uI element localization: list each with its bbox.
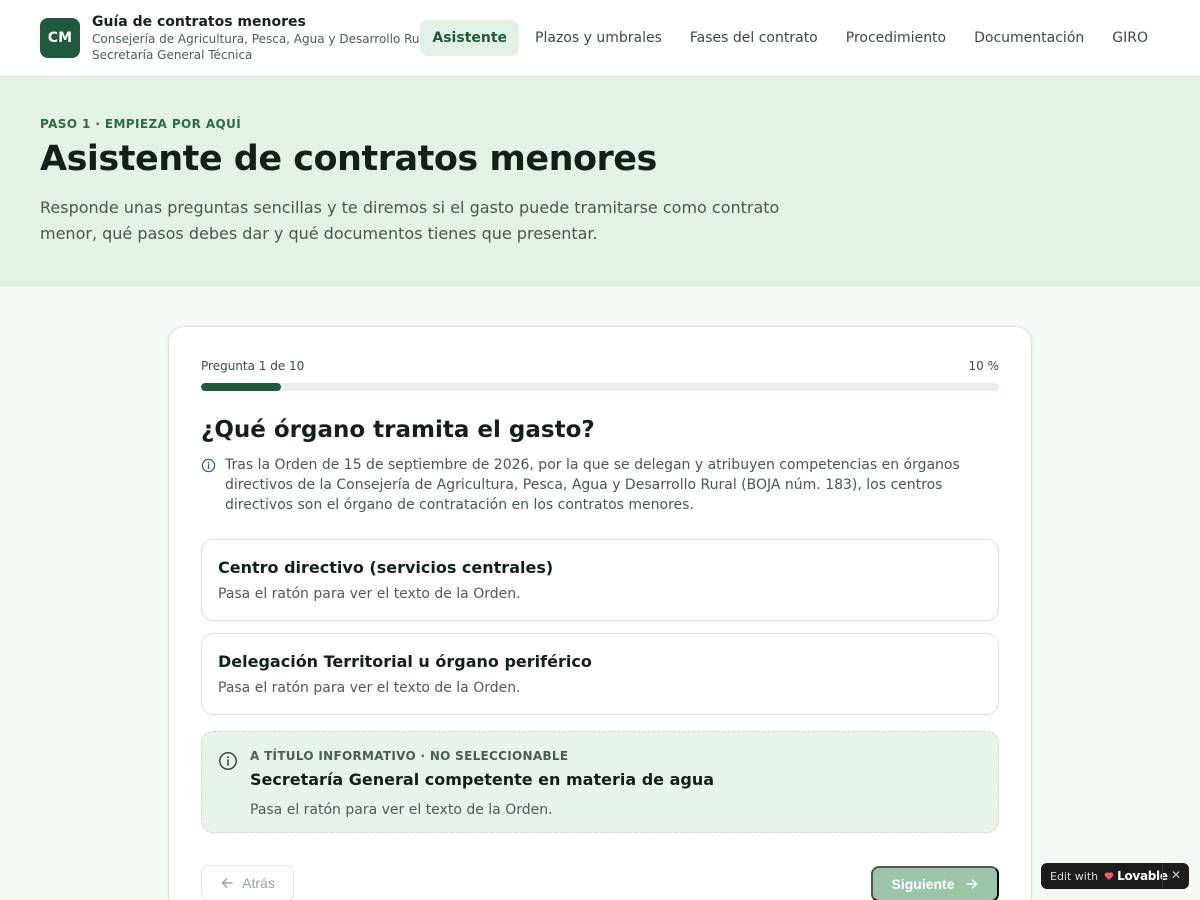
info-option-title: Secretaría General competente en materia…: [250, 770, 715, 789]
nav-giro[interactable]: GIRO: [1100, 20, 1160, 56]
nav-procedimiento[interactable]: Procedimiento: [834, 20, 958, 56]
info-option-hint: Pasa el ratón para ver el texto de la Or…: [250, 802, 553, 818]
progress-bar: [201, 383, 999, 391]
option-title: Centro directivo (servicios centrales): [218, 558, 554, 577]
info-option-eyebrow: A TÍTULO INFORMATIVO · NO SELECCIONABLE: [250, 749, 569, 763]
main-nav: Asistente Plazos y umbrales Fases del co…: [416, 20, 1160, 56]
wizard-card: Pregunta 1 de 10 10 % ¿Qué órgano tramit…: [168, 326, 1032, 900]
close-icon[interactable]: ✕: [1171, 868, 1181, 882]
question-note: Tras la Orden de 15 de septiembre de 202…: [201, 455, 1001, 515]
arrow-right-icon: [965, 879, 977, 889]
nav-asistente[interactable]: Asistente: [420, 20, 520, 56]
app-title: Guía de contratos menores: [92, 14, 306, 30]
back-button-label: Atrás: [242, 875, 275, 891]
badge-edit-label: Edit with: [1050, 869, 1099, 883]
lovable-heart-icon: [1104, 872, 1114, 880]
option-hint: Pasa el ratón para ver el texto de la Or…: [218, 586, 521, 602]
option-title: Delegación Territorial u órgano periféri…: [218, 652, 592, 671]
option-hint: Pasa el ratón para ver el texto de la Or…: [218, 680, 521, 696]
nav-fases-del-contrato[interactable]: Fases del contrato: [678, 20, 830, 56]
office-name: Secretaría General Técnica: [92, 48, 253, 62]
page-description: Responde unas preguntas sencillas y te d…: [40, 198, 780, 243]
progress-bar-fill: [201, 383, 281, 391]
next-button[interactable]: Siguiente: [871, 866, 999, 900]
next-button-label: Siguiente: [891, 876, 955, 892]
info-icon: [219, 752, 237, 770]
progress-percent: 10 %: [968, 359, 1000, 373]
question-title: ¿Qué órgano tramita el gasto?: [201, 417, 595, 443]
step-eyebrow: PASO 1 · EMPIEZA POR AQUÍ: [40, 117, 242, 131]
brand-block: Guía de contratos menores Consejería de …: [92, 13, 435, 63]
info-icon: [201, 458, 216, 473]
app-logo[interactable]: CM: [40, 18, 80, 58]
note-text: Tras la Orden de 15 de septiembre de 202…: [225, 457, 960, 513]
badge-brand: Lovable: [1117, 869, 1168, 883]
progress-label: Pregunta 1 de 10: [201, 359, 305, 373]
badge-divider: [1162, 863, 1163, 889]
hero-section: PASO 1 · EMPIEZA POR AQUÍ Asistente de c…: [0, 77, 1200, 286]
nav-documentacion[interactable]: Documentación: [962, 20, 1096, 56]
back-button[interactable]: Atrás: [201, 865, 294, 900]
option-centro-directivo[interactable]: Centro directivo (servicios centrales) P…: [201, 539, 999, 621]
option-delegacion-territorial[interactable]: Delegación Territorial u órgano periféri…: [201, 633, 999, 715]
info-option-secretaria-agua: A TÍTULO INFORMATIVO · NO SELECCIONABLE …: [201, 731, 999, 833]
arrow-left-icon: [221, 878, 233, 888]
page-title: Asistente de contratos menores: [40, 139, 657, 179]
department-name: Consejería de Agricultura, Pesca, Agua y…: [92, 32, 436, 46]
nav-plazos-y-umbrales[interactable]: Plazos y umbrales: [523, 20, 674, 56]
edit-with-lovable-badge[interactable]: Edit with Lovable ✕: [1041, 863, 1189, 889]
top-header: CM Guía de contratos menores Consejería …: [0, 0, 1200, 77]
